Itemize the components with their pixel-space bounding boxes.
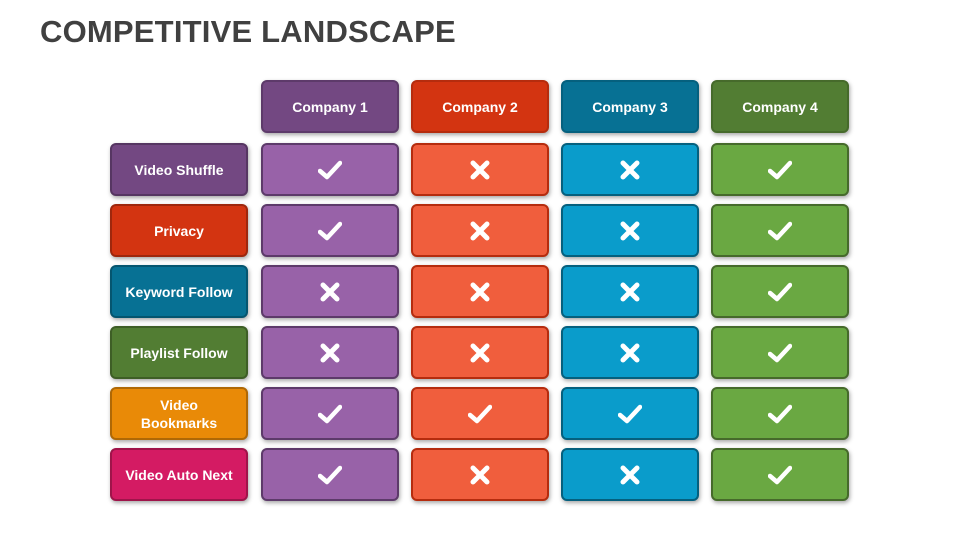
comparison-cell [411,448,549,501]
cross-icon [468,464,492,486]
comparison-cell [261,326,399,379]
check-icon [318,159,342,181]
check-icon [318,220,342,242]
comparison-cell [261,265,399,318]
cross-icon [468,281,492,303]
feature-label-text: Privacy [154,222,204,239]
cross-icon [468,342,492,364]
comparison-cell [411,326,549,379]
comparison-cell [561,265,699,318]
comparison-cell [561,448,699,501]
feature-label: Video Shuffle [110,143,248,196]
comparison-cell [711,143,849,196]
cross-icon [468,159,492,181]
company-header: Company 3 [561,80,699,133]
comparison-cell [411,265,549,318]
page-title: COMPETITIVE LANDSCAPE [40,14,456,49]
check-icon [618,403,642,425]
check-icon [768,159,792,181]
cross-icon [618,464,642,486]
company-header: Company 4 [711,80,849,133]
check-icon [768,464,792,486]
cross-icon [318,281,342,303]
feature-label: Playlist Follow [110,326,248,379]
check-icon [768,403,792,425]
feature-label: Video Auto Next [110,448,248,501]
feature-label-text: Playlist Follow [130,344,228,361]
comparison-cell [711,387,849,440]
company-header: Company 2 [411,80,549,133]
check-icon [768,220,792,242]
feature-label: Privacy [110,204,248,257]
comparison-cell [261,448,399,501]
company-header: Company 1 [261,80,399,133]
company-header-label: Company 2 [442,98,518,115]
comparison-cell [261,387,399,440]
comparison-cell [561,204,699,257]
comparison-cell [711,448,849,501]
comparison-cell [711,326,849,379]
company-header-label: Company 4 [742,98,818,115]
company-header-label: Company 3 [592,98,668,115]
check-icon [768,342,792,364]
comparison-cell [711,265,849,318]
check-icon [468,403,492,425]
feature-label: Keyword Follow [110,265,248,318]
comparison-cell [261,204,399,257]
feature-label-text: Video Bookmarks [140,396,218,431]
comparison-cell [261,143,399,196]
company-header-label: Company 1 [292,98,368,115]
cross-icon [618,159,642,181]
cross-icon [618,281,642,303]
comparison-cell [561,143,699,196]
comparison-cell [411,204,549,257]
check-icon [768,281,792,303]
cross-icon [468,220,492,242]
cross-icon [318,342,342,364]
feature-label: Video Bookmarks [110,387,248,440]
cross-icon [618,220,642,242]
comparison-cell [411,387,549,440]
feature-label-text: Keyword Follow [125,283,233,300]
feature-label-text: Video Shuffle [134,161,224,178]
comparison-cell [561,326,699,379]
check-icon [318,403,342,425]
feature-label-text: Video Auto Next [125,466,233,483]
comparison-cell [711,204,849,257]
cross-icon [618,342,642,364]
check-icon [318,464,342,486]
comparison-cell [561,387,699,440]
comparison-cell [411,143,549,196]
